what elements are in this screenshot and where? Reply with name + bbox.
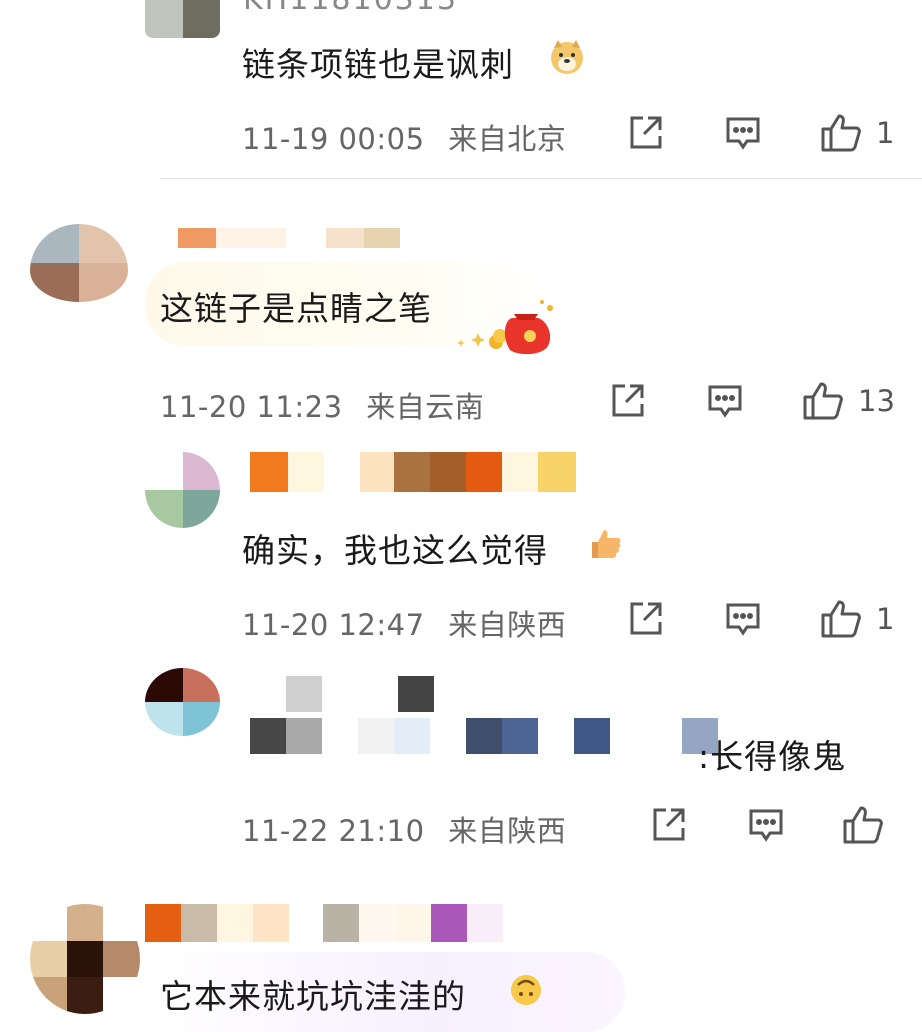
like-count: 1 xyxy=(876,602,895,636)
comment-meta: 11-20 11:23 来自云南 xyxy=(160,384,484,426)
comment-text: 这链子是点睛之笔 xyxy=(160,289,432,328)
timestamp: 11-20 11:23 xyxy=(160,390,343,424)
share-button[interactable] xyxy=(627,600,665,638)
avatar[interactable] xyxy=(145,0,220,38)
username-blurred[interactable] xyxy=(178,228,400,248)
share-button[interactable] xyxy=(627,114,665,152)
like-button[interactable]: 1 xyxy=(820,112,894,154)
username-blurred[interactable] xyxy=(145,904,503,942)
upside-down-face-emoji xyxy=(508,972,544,1008)
reply-button[interactable] xyxy=(706,382,744,420)
reply-button[interactable] xyxy=(724,600,762,638)
share-icon xyxy=(630,602,662,635)
like-button[interactable]: 13 xyxy=(802,380,895,422)
comment-icon xyxy=(749,809,783,842)
avatar[interactable] xyxy=(145,668,220,736)
comment-meta: 11-22 21:10 来自陕西 xyxy=(242,808,566,850)
comment-text: 链条项链也是讽刺 xyxy=(242,45,514,84)
thumbs-up-icon xyxy=(821,114,861,152)
username-blurred[interactable] xyxy=(250,676,434,712)
share-icon xyxy=(612,384,644,417)
username[interactable]: KH11810313 xyxy=(243,0,458,17)
avatar[interactable] xyxy=(30,224,128,302)
like-button[interactable]: 1 xyxy=(820,598,894,640)
divider xyxy=(160,178,922,179)
comment-text: :长得像鬼 xyxy=(698,737,847,776)
comment-text: 确实，我也这么觉得 xyxy=(242,531,548,570)
timestamp: 11-19 00:05 xyxy=(242,122,425,156)
comment-meta: 11-19 00:05 来自北京 xyxy=(242,116,566,158)
share-icon xyxy=(653,808,685,841)
location: 来自云南 xyxy=(366,390,485,424)
share-icon xyxy=(630,116,662,149)
thumbs-up-icon xyxy=(803,382,843,420)
doge-emoji xyxy=(548,38,586,76)
avatar[interactable] xyxy=(30,904,140,1014)
like-count: 1 xyxy=(876,116,895,150)
timestamp: 11-20 12:47 xyxy=(242,608,425,642)
comment-text: 它本来就坑坑洼洼的 xyxy=(160,977,466,1016)
location: 来自陕西 xyxy=(448,608,567,642)
comment-icon xyxy=(726,603,760,636)
share-button[interactable] xyxy=(650,806,688,844)
thumbs-up-emoji xyxy=(586,524,624,562)
red-envelope-sticker xyxy=(452,298,556,356)
like-count: 13 xyxy=(858,384,895,418)
thumbs-up-icon xyxy=(821,600,861,638)
location: 来自陕西 xyxy=(448,814,567,848)
like-button[interactable] xyxy=(842,804,898,846)
mention-blurred[interactable] xyxy=(250,718,718,754)
location: 来自北京 xyxy=(448,122,567,156)
comment-meta: 11-20 12:47 来自陕西 xyxy=(242,602,566,644)
username-blurred[interactable] xyxy=(250,452,576,492)
reply-button[interactable] xyxy=(747,806,785,844)
thumbs-up-icon xyxy=(843,806,883,844)
timestamp: 11-22 21:10 xyxy=(242,814,425,848)
comment-icon xyxy=(708,385,742,418)
reply-button[interactable] xyxy=(724,114,762,152)
avatar[interactable] xyxy=(145,452,220,528)
share-button[interactable] xyxy=(609,382,647,420)
comment-icon xyxy=(726,117,760,150)
